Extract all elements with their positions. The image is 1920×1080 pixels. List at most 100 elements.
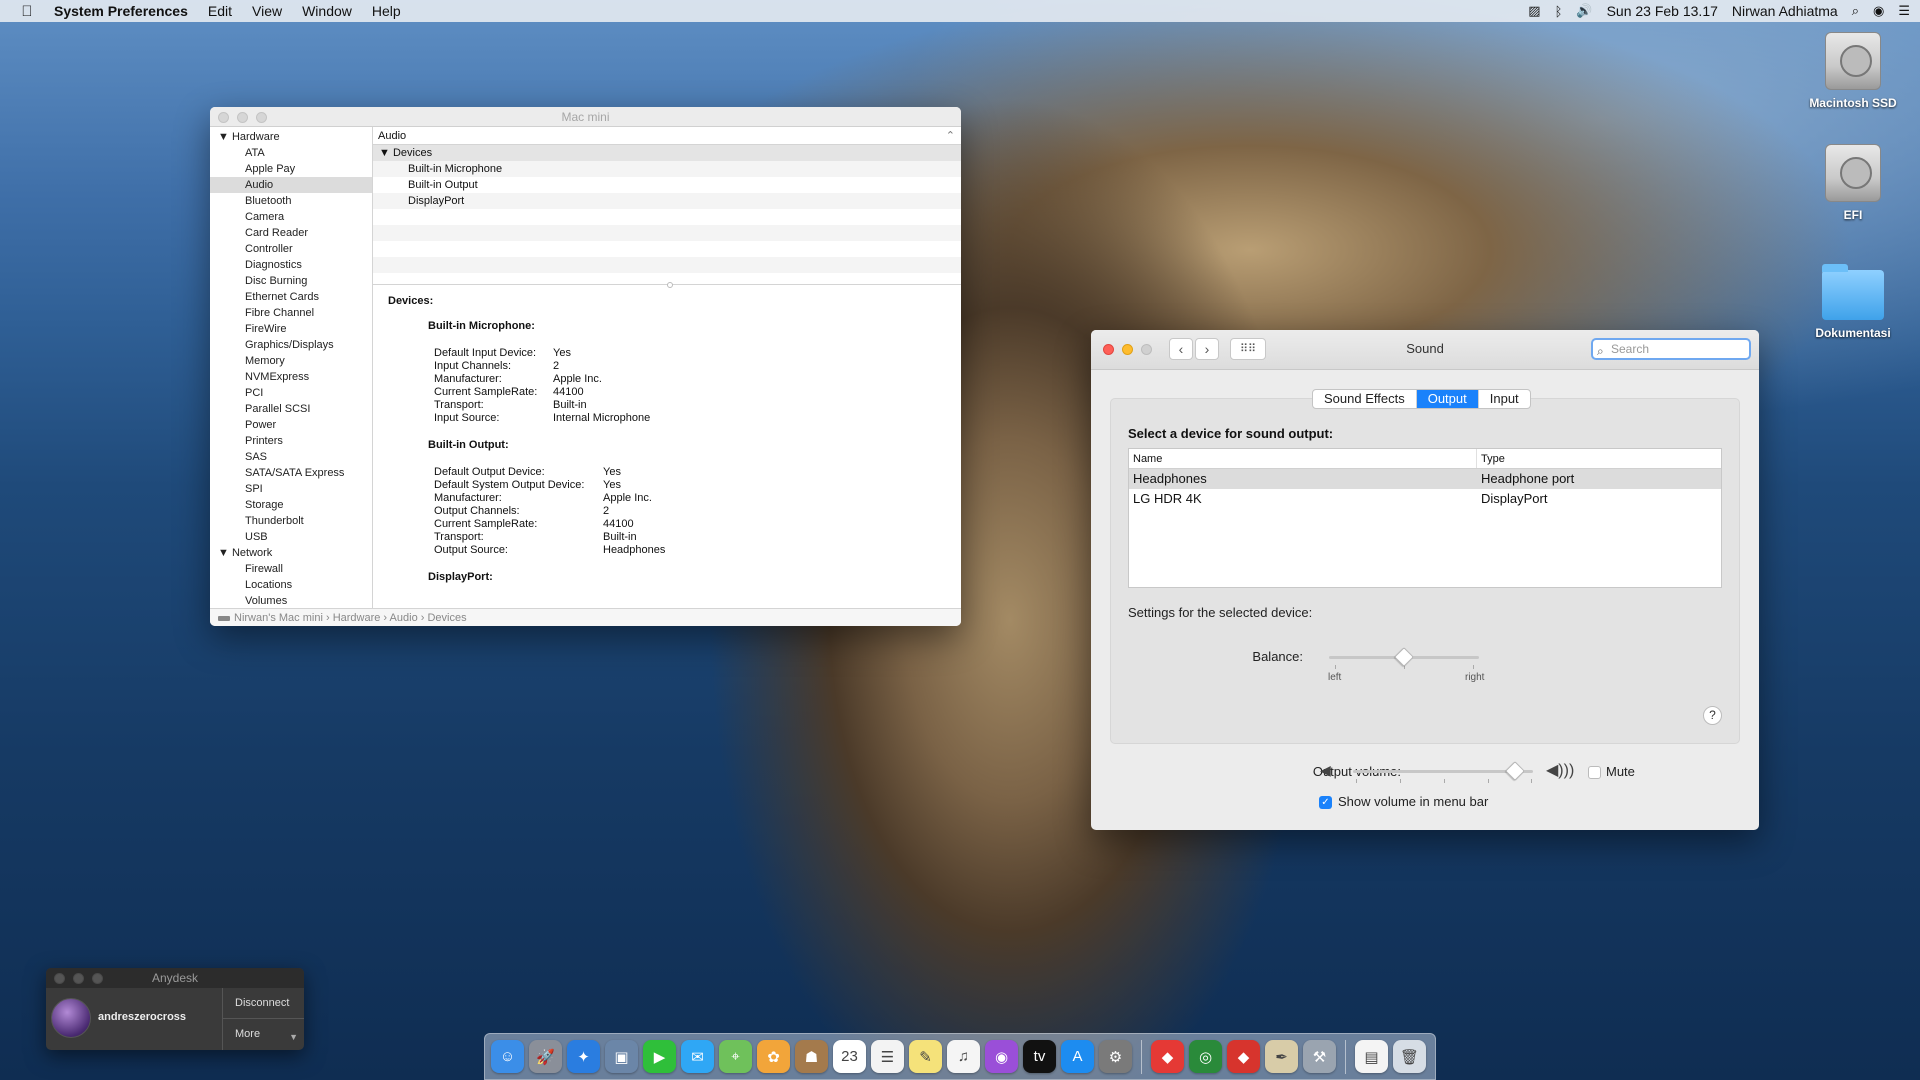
music-icon[interactable]: ♫ [947,1040,980,1073]
menu-system-preferences[interactable]: System Preferences [54,3,198,19]
appstore-icon[interactable]: A [1061,1040,1094,1073]
menu-window[interactable]: Window [292,3,362,19]
zoom-button[interactable] [1141,344,1152,355]
close-button[interactable] [1103,344,1114,355]
anydesk-titlebar[interactable]: Anydesk [46,968,304,988]
appletv-icon[interactable]: tv [1023,1040,1056,1073]
search-field[interactable]: ⌕ Search [1591,338,1751,360]
close-button[interactable] [54,973,65,984]
volume-icon[interactable]: 🔊 [1576,3,1592,19]
path-item[interactable]: Hardware [333,612,381,624]
tree-row[interactable]: DisplayPort [373,193,961,209]
output-volume-slider-thumb[interactable] [1505,761,1525,781]
menu-view[interactable]: View [242,3,292,19]
sidebar-item[interactable]: PCI [210,385,372,401]
sidebar-item[interactable]: Storage [210,497,372,513]
sidebar-item[interactable]: Firewall [210,561,372,577]
siri-icon[interactable]: ◉ [1873,3,1884,19]
bluetooth-icon[interactable]: ᛒ [1555,4,1563,19]
apple-menu-icon[interactable]:  [0,3,54,20]
sidebar-item[interactable]: SPI [210,481,372,497]
documents-stack-icon[interactable]: ▤ [1355,1040,1388,1073]
sidebar-item[interactable]: ATA [210,145,372,161]
tree-group-devices[interactable]: ▼ Devices [373,145,961,161]
automator-icon[interactable]: ⚒ [1303,1040,1336,1073]
tree-row[interactable]: Built-in Output [373,177,961,193]
show-volume-checkbox[interactable]: ✓ [1319,796,1332,809]
show-all-button[interactable]: ⠿⠿ [1230,338,1266,360]
path-item[interactable]: Nirwan's Mac mini [234,612,323,624]
clock[interactable]: Sun 23 Feb 13.17 [1607,3,1718,19]
path-item[interactable]: Audio [390,612,418,624]
minimize-button[interactable] [1122,344,1133,355]
anydesk-icon-2[interactable]: ◆ [1227,1040,1260,1073]
sidebar-item[interactable]: Graphics/Displays [210,337,372,353]
preview-icon[interactable]: ▣ [605,1040,638,1073]
chevron-down-icon[interactable]: ▼ [289,1032,298,1042]
tab-output[interactable]: Output [1416,390,1479,408]
sidebar-item[interactable]: Card Reader [210,225,372,241]
help-button[interactable]: ? [1703,706,1722,725]
back-button[interactable]: ‹ [1169,338,1193,360]
sidebar-item[interactable]: Fibre Channel [210,305,372,321]
desktop-icon-macintosh-ssd[interactable]: Macintosh SSD [1793,32,1913,110]
sidebar-item[interactable]: Thunderbolt [210,513,372,529]
sidebar-group-network[interactable]: ▼ Network [210,545,372,561]
sidebar-item[interactable]: Apple Pay [210,161,372,177]
forward-button[interactable]: › [1195,338,1219,360]
table-row[interactable]: Headphones Headphone port [1129,469,1721,489]
menu-edit[interactable]: Edit [198,3,242,19]
calendar-icon[interactable]: 23 [833,1040,866,1073]
user-name[interactable]: Nirwan Adhiatma [1732,3,1838,19]
tab-sound-effects[interactable]: Sound Effects [1313,390,1417,408]
trash-icon[interactable]: 🗑 [1393,1040,1426,1073]
sysinfo-titlebar[interactable]: Mac mini [210,107,961,127]
disconnect-button[interactable]: Disconnect [223,988,304,1019]
spotlight-search-icon[interactable]: ⌕ [1852,3,1859,19]
menu-help[interactable]: Help [362,3,411,19]
sidebar-item[interactable]: Ethernet Cards [210,289,372,305]
zoom-button[interactable] [92,973,103,984]
mute-checkbox[interactable] [1588,766,1601,779]
sidebar-item[interactable]: SAS [210,449,372,465]
sidebar-item[interactable]: Audio [210,177,372,193]
sysinfo-section-header[interactable]: Audio ⌃ [373,127,961,145]
desktop-icon-dokumentasi[interactable]: Dokumentasi [1793,264,1913,340]
column-header-name[interactable]: Name [1129,449,1477,468]
facetime-icon[interactable]: ▶ [643,1040,676,1073]
sidebar-item[interactable]: Locations [210,577,372,593]
sidebar-item[interactable]: Disc Burning [210,273,372,289]
sidebar-item[interactable]: Parallel SCSI [210,401,372,417]
tree-row[interactable]: Built-in Microphone [373,161,961,177]
finder-icon[interactable]: ☺ [491,1040,524,1073]
photos-icon[interactable]: ✿ [757,1040,790,1073]
safari-icon[interactable]: ✦ [567,1040,600,1073]
zoom-button[interactable] [256,112,267,123]
sidebar-item[interactable]: Camera [210,209,372,225]
sidebar-group-hardware[interactable]: ▼ Hardware [210,129,372,145]
sidebar-item[interactable]: Diagnostics [210,257,372,273]
maps-icon[interactable]: ⌖ [719,1040,752,1073]
reminders-icon[interactable]: ☰ [871,1040,904,1073]
minimize-button[interactable] [237,112,248,123]
path-item[interactable]: Devices [427,612,466,624]
sidebar-item[interactable]: FireWire [210,321,372,337]
contacts-icon[interactable]: ☗ [795,1040,828,1073]
desktop-icon-efi[interactable]: EFI [1793,144,1913,222]
sidebar-item[interactable]: Power [210,417,372,433]
sidebar-item[interactable]: Bluetooth [210,193,372,209]
anydesk-icon[interactable]: ◆ [1151,1040,1184,1073]
close-button[interactable] [218,112,229,123]
launchpad-icon[interactable]: 🚀 [529,1040,562,1073]
system-preferences-icon[interactable]: ⚙ [1099,1040,1132,1073]
podcasts-icon[interactable]: ◉ [985,1040,1018,1073]
chevron-up-icon[interactable]: ⌃ [946,127,955,145]
sidebar-item[interactable]: USB [210,529,372,545]
notes-icon[interactable]: ✎ [909,1040,942,1073]
sidebar-item[interactable]: Printers [210,433,372,449]
script-editor-icon[interactable]: ✒ [1265,1040,1298,1073]
activity-monitor-icon[interactable]: ◎ [1189,1040,1222,1073]
sidebar-item[interactable]: NVMExpress [210,369,372,385]
column-header-type[interactable]: Type [1477,449,1505,468]
sound-titlebar[interactable]: ‹ › ⠿⠿ Sound ⌕ Search [1091,330,1759,370]
